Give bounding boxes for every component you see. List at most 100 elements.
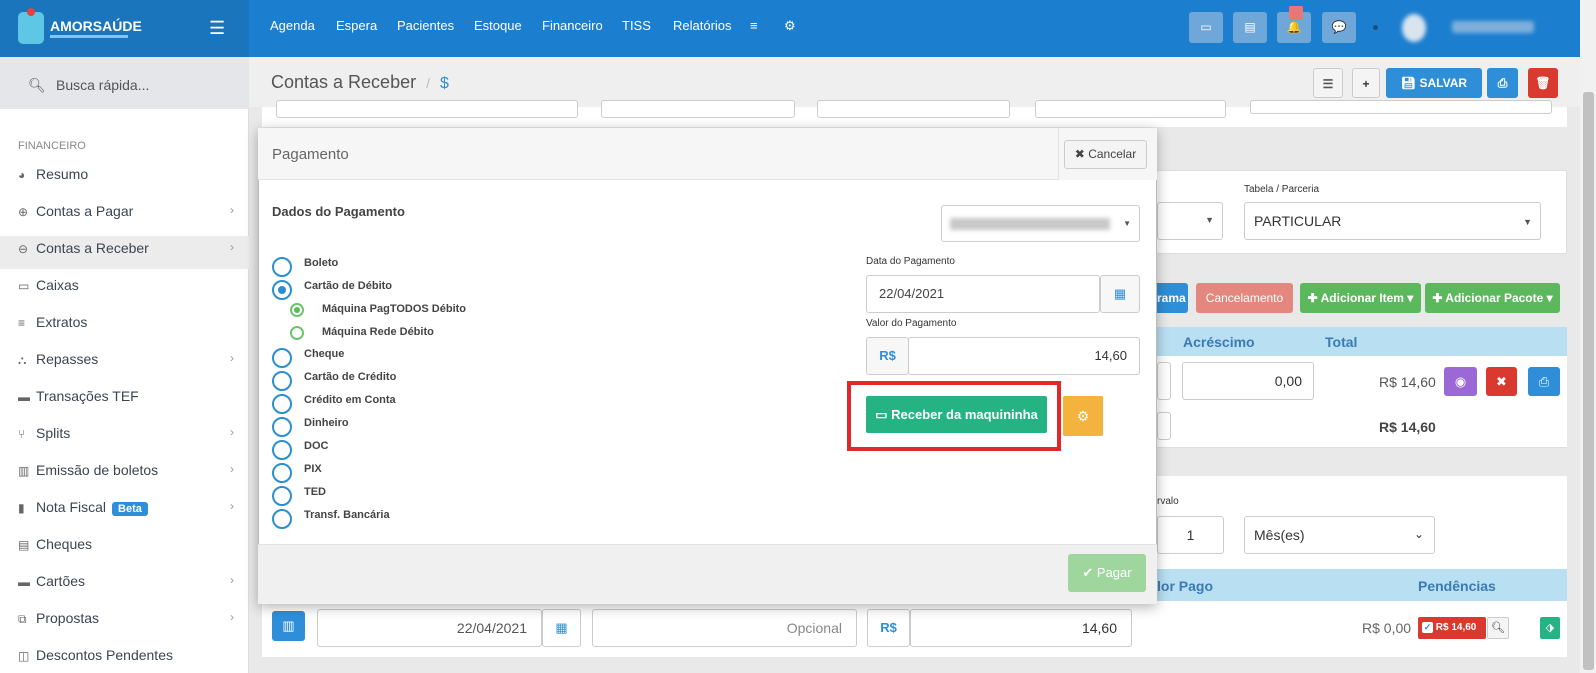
database-icon[interactable]: ≡ [750, 18, 758, 33]
payment-value-input[interactable]: 14,60 [910, 609, 1132, 647]
payment-opcional-input[interactable]: Opcional [592, 609, 857, 647]
avatar[interactable] [1402, 14, 1426, 42]
pagar-button[interactable]: ✔ Pagar [1068, 554, 1146, 592]
nav-espera[interactable]: Espera [336, 18, 377, 33]
tabela-select[interactable]: PARTICULAR ▼ [1244, 202, 1541, 240]
sidebar-item-splits[interactable]: ⑂ Splits › [18, 425, 238, 445]
nav-pacientes[interactable]: Pacientes [397, 18, 454, 33]
file-icon: ▮ [18, 501, 25, 515]
save-button[interactable]: 💾︎ SALVAR [1386, 68, 1482, 98]
col-pendencias: Pendências [1418, 578, 1496, 594]
radio-cartao-debito[interactable] [272, 280, 292, 300]
sidebar-item-descontos-pendentes[interactable]: ◫ Descontos Pendentes [18, 647, 238, 667]
bg-field[interactable] [1035, 100, 1226, 118]
cancel-button[interactable]: ✖ Cancelar [1064, 140, 1147, 169]
radio-doc[interactable] [272, 440, 292, 460]
payment-date-field[interactable]: 22/04/2021 [866, 275, 1100, 313]
gears-button[interactable]: ⚙ [1063, 396, 1103, 436]
sitemap-icon: ⛬ [18, 353, 27, 367]
radio-rede-debito[interactable] [290, 326, 304, 340]
chevron-right-icon: › [230, 499, 234, 513]
camera-button[interactable]: ◉ [1444, 367, 1477, 396]
radio-cartao-credito[interactable] [272, 371, 292, 391]
inbox-icon[interactable]: ▭ [1189, 12, 1223, 43]
notification-badge [1289, 6, 1303, 20]
radio-pagtodos-debito[interactable] [290, 303, 304, 317]
chat-icon[interactable]: 💬 [1322, 12, 1356, 43]
method-label: PIX [304, 463, 322, 475]
search-icon: 🔍︎ [28, 77, 46, 93]
col-acrescimo: Acréscimo [1183, 334, 1255, 350]
sidebar-item-caixas[interactable]: ▭ Caixas [18, 277, 238, 297]
sidebar-item-extratos[interactable]: ≡ Extratos [18, 314, 238, 334]
gear-icon[interactable]: ⚙ [784, 18, 796, 34]
scrollbar-thumb[interactable] [1583, 92, 1594, 670]
add-pacote-button[interactable]: ✚ Adicionar Pacote ▾ [1425, 283, 1560, 313]
bg-select[interactable]: ▼ [1157, 202, 1223, 240]
bg-field[interactable] [276, 100, 578, 118]
add-button[interactable]: + [1352, 68, 1380, 98]
nav-financeiro[interactable]: Financeiro [542, 18, 603, 33]
sidebar-item-cheques[interactable]: ▤ Cheques [18, 536, 238, 556]
payment-value-field[interactable]: 14,60 [908, 337, 1140, 375]
add-item-button[interactable]: ✚ Adicionar Item ▾ [1300, 283, 1421, 313]
method-label: Dinheiro [304, 417, 349, 429]
section-title: Dados do Pagamento [272, 204, 405, 219]
sidebar-item-cartoes[interactable]: ▬ Cartões › [18, 573, 238, 593]
sidebar-item-repasses[interactable]: ⛬ Repasses › [18, 351, 238, 371]
radio-credito-conta[interactable] [272, 394, 292, 414]
sidebar-item-resumo[interactable]: ◕ Resumo [18, 166, 238, 186]
nav-tiss[interactable]: TISS [622, 18, 651, 33]
intervalo-unit-select[interactable]: Mês(es) ⌄ [1244, 516, 1435, 554]
remove-item-button[interactable]: ✖ [1486, 367, 1517, 396]
payment-type-button[interactable]: ▥ [272, 611, 305, 641]
checkbox[interactable]: ✓ [1422, 622, 1433, 633]
nav-relatorios[interactable]: Relatórios [673, 18, 732, 33]
search-input[interactable]: Busca rápida... [56, 77, 149, 93]
nav-agenda[interactable]: Agenda [270, 18, 315, 33]
delete-button[interactable]: 🗑︎ [1528, 68, 1558, 98]
zoom-icon[interactable]: 🔍︎ [1487, 617, 1509, 639]
sidebar-item-propostas[interactable]: ⧉ Propostas › [18, 610, 238, 630]
sidebar-item-transacoes-tef[interactable]: ▬ Transações TEF [18, 388, 238, 408]
intervalo-input[interactable]: 1 [1157, 516, 1224, 554]
radio-ted[interactable] [272, 486, 292, 506]
radio-dinheiro[interactable] [272, 417, 292, 437]
inbox-icon: ▭ [18, 279, 30, 293]
print-item-button[interactable]: ⎙ [1528, 367, 1560, 396]
bg-field[interactable] [601, 100, 795, 118]
list-view-button[interactable]: ☰ [1313, 68, 1343, 98]
sidebar-item-contas-a-pagar[interactable]: ⊕ Contas a Pagar › [18, 203, 238, 223]
valor-pago: R$ 0,00 [1362, 620, 1412, 636]
print-button[interactable]: ⎙ [1487, 68, 1518, 98]
sidebar-item-emissao-de-boletos[interactable]: ▥ Emissão de boletos › [18, 462, 238, 482]
pendencia-badge[interactable]: ✓ R$ 14,60 [1418, 617, 1486, 639]
tag-button[interactable]: ⬗ [1540, 617, 1560, 639]
radio-pix[interactable] [272, 463, 292, 483]
payment-date-input[interactable]: 22/04/2021 [317, 609, 542, 647]
sidebar-item-nota-fiscal[interactable]: ▮ Nota Fiscal Beta › [18, 499, 238, 519]
chevron-right-icon: › [230, 240, 234, 254]
sidebar-item-contas-a-receber[interactable]: ⊖ Contas a Receber › [18, 240, 238, 260]
cancelamento-button[interactable]: Cancelamento [1196, 283, 1293, 313]
acrescimo-input[interactable]: 0,00 [1182, 362, 1314, 400]
user-name[interactable] [1452, 21, 1534, 33]
menu-toggle-icon[interactable]: ☰ [209, 18, 225, 39]
radio-transf-bancaria[interactable] [272, 509, 292, 529]
radio-boleto[interactable] [272, 257, 292, 277]
bg-field[interactable] [1157, 412, 1171, 440]
calendar-icon[interactable]: ▦ [542, 609, 581, 647]
card-icon[interactable]: ▤ [1233, 12, 1267, 43]
bg-field[interactable] [1157, 362, 1171, 400]
calendar-icon[interactable]: ▦ [1100, 275, 1140, 313]
radio-cheque[interactable] [272, 348, 292, 368]
programa-button[interactable]: rama [1157, 283, 1188, 313]
method-label: Cheque [304, 348, 345, 360]
account-select[interactable]: ▼ [941, 205, 1140, 242]
bg-field[interactable] [817, 100, 1010, 118]
receber-maquininha-button[interactable]: ▭ Receber da maquininha [866, 396, 1047, 433]
nav-estoque[interactable]: Estoque [474, 18, 522, 33]
col-total: Total [1325, 334, 1358, 350]
close-icon: ✖ [1074, 147, 1085, 161]
bg-textarea[interactable] [1250, 100, 1552, 114]
